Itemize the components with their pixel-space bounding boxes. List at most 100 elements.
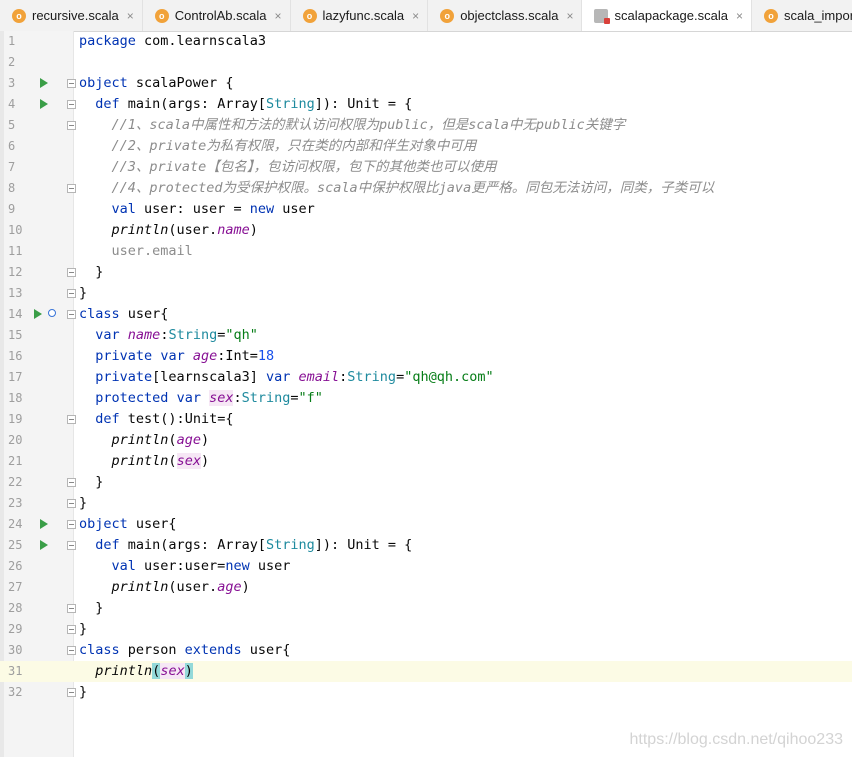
code-line[interactable]: 6 //2、private为私有权限，只在类的内部和伴生对象中可用 xyxy=(0,136,852,157)
code-text[interactable]: class user{ xyxy=(79,304,168,325)
code-line[interactable]: 28 } xyxy=(0,598,852,619)
comment-text[interactable]: //4、protected为受保护权限。scala中保护权限比java更严格。同… xyxy=(79,178,715,199)
code-text[interactable]: } xyxy=(79,283,87,304)
code-line[interactable]: 7 //3、private【包名】，包访问权限，包下的其他类也可以使用 xyxy=(0,157,852,178)
code-line[interactable]: 32 } xyxy=(0,682,852,703)
code-line[interactable]: 11 user.email xyxy=(0,241,852,262)
code-text[interactable]: val user: user = new user xyxy=(79,199,315,220)
code-text[interactable]: println(user.name) xyxy=(79,220,258,241)
scala-package-icon xyxy=(594,8,611,24)
code-line[interactable]: 19 def test():Unit={ xyxy=(0,409,852,430)
code-line[interactable]: 2 xyxy=(0,52,852,73)
code-line[interactable]: 26 val user:user=new user xyxy=(0,556,852,577)
code-line[interactable]: 20 println(age) xyxy=(0,430,852,451)
code-line[interactable]: 12 } xyxy=(0,262,852,283)
code-text[interactable]: object user{ xyxy=(79,514,177,535)
tab-recursive[interactable]: o recursive.scala × xyxy=(0,0,143,31)
implemented-icon[interactable] xyxy=(48,309,56,317)
close-icon[interactable]: × xyxy=(275,9,282,23)
comment-text[interactable]: //2、private为私有权限，只在类的内部和伴生对象中可用 xyxy=(79,136,477,157)
code-line[interactable]: 22 } xyxy=(0,472,852,493)
code-text[interactable]: } xyxy=(79,493,87,514)
code-text[interactable]: def main(args: Array[String]): Unit = { xyxy=(79,535,412,556)
code-line[interactable]: 13 } xyxy=(0,283,852,304)
comment-text[interactable]: //3、private【包名】，包访问权限，包下的其他类也可以使用 xyxy=(79,157,497,178)
fold-icon[interactable] xyxy=(67,289,76,298)
code-line[interactable]: 16 private var age:Int=18 xyxy=(0,346,852,367)
code-text[interactable]: } xyxy=(79,682,87,703)
code-text[interactable]: user.email xyxy=(79,241,193,262)
code-text[interactable]: println(sex) xyxy=(79,451,209,472)
code-line[interactable]: 3 object scalaPower { xyxy=(0,73,852,94)
line-number: 2 xyxy=(8,55,16,69)
close-icon[interactable]: × xyxy=(736,9,743,23)
code-text[interactable]: def main(args: Array[String]): Unit = { xyxy=(79,94,412,115)
fold-icon[interactable] xyxy=(67,625,76,634)
run-icon[interactable] xyxy=(40,78,48,88)
tab-scalapackage[interactable]: scalapackage.scala × xyxy=(582,0,752,31)
code-text[interactable]: println(user.age) xyxy=(79,577,250,598)
code-text[interactable]: def test():Unit={ xyxy=(79,409,233,430)
fold-icon[interactable] xyxy=(67,478,76,487)
code-text[interactable]: println(age) xyxy=(79,430,210,451)
code-text[interactable]: private var age:Int=18 xyxy=(79,346,274,367)
code-text[interactable]: } xyxy=(79,619,87,640)
code-line[interactable]: 29 } xyxy=(0,619,852,640)
code-text[interactable]: val user:user=new user xyxy=(79,556,291,577)
code-line[interactable]: 9 val user: user = new user xyxy=(0,199,852,220)
close-icon[interactable]: × xyxy=(412,9,419,23)
close-icon[interactable]: × xyxy=(127,9,134,23)
code-line[interactable]: 17 private[learnscala3] var email:String… xyxy=(0,367,852,388)
fold-icon[interactable] xyxy=(67,604,76,613)
code-line[interactable]: 23 } xyxy=(0,493,852,514)
tab-controlab[interactable]: o ControlAb.scala × xyxy=(143,0,291,31)
tab-lazyfunc[interactable]: o lazyfunc.scala × xyxy=(291,0,429,31)
tab-scala-import[interactable]: o scala_import.scala xyxy=(752,0,852,31)
code-line[interactable]: 8 //4、protected为受保护权限。scala中保护权限比java更严格… xyxy=(0,178,852,199)
fold-icon[interactable] xyxy=(67,520,76,529)
code-line[interactable]: 15 var name:String="qh" xyxy=(0,325,852,346)
fold-icon[interactable] xyxy=(67,688,76,697)
code-line[interactable]: 4 def main(args: Array[String]): Unit = … xyxy=(0,94,852,115)
code-text[interactable]: var name:String="qh" xyxy=(79,325,258,346)
code-text[interactable]: } xyxy=(79,472,103,493)
run-icon[interactable] xyxy=(40,540,48,550)
code-line[interactable]: 18 protected var sex:String="f" xyxy=(0,388,852,409)
code-text[interactable]: object scalaPower { xyxy=(79,73,233,94)
fold-icon[interactable] xyxy=(67,310,76,319)
code-text[interactable]: class person extends user{ xyxy=(79,640,290,661)
code-text[interactable]: } xyxy=(79,598,103,619)
tab-objectclass[interactable]: o objectclass.scala × xyxy=(428,0,583,31)
code-editor[interactable]: 1 package com.learnscala3 2 3 object sca… xyxy=(0,31,852,757)
run-icon[interactable] xyxy=(40,99,48,109)
code-line[interactable]: 21 println(sex) xyxy=(0,451,852,472)
fold-icon[interactable] xyxy=(67,100,76,109)
fold-icon[interactable] xyxy=(67,646,76,655)
fold-icon[interactable] xyxy=(67,79,76,88)
code-text[interactable]: private[learnscala3] var email:String="q… xyxy=(79,367,493,388)
code-line[interactable]: 1 package com.learnscala3 xyxy=(0,31,852,52)
code-line[interactable]: 5 //1、scala中属性和方法的默认访问权限为public，但是scala中… xyxy=(0,115,852,136)
fold-icon[interactable] xyxy=(67,499,76,508)
run-icon[interactable] xyxy=(40,519,48,529)
code-line[interactable]: 14 class user{ xyxy=(0,304,852,325)
fold-icon[interactable] xyxy=(67,541,76,550)
code-line[interactable]: 10 println(user.name) xyxy=(0,220,852,241)
comment-text[interactable]: //1、scala中属性和方法的默认访问权限为public，但是scala中无p… xyxy=(79,115,626,136)
current-code-line[interactable]: 31 println(sex) xyxy=(0,661,852,682)
code-text[interactable]: } xyxy=(79,262,103,283)
run-icon[interactable] xyxy=(34,309,42,319)
fold-icon[interactable] xyxy=(67,415,76,424)
code-line[interactable]: 24 object user{ xyxy=(0,514,852,535)
fold-icon[interactable] xyxy=(67,184,76,193)
code-line[interactable]: 27 println(user.age) xyxy=(0,577,852,598)
fold-icon[interactable] xyxy=(67,121,76,130)
code-text[interactable]: println(sex) xyxy=(79,661,193,682)
code-line[interactable]: 25 def main(args: Array[String]): Unit =… xyxy=(0,535,852,556)
fold-icon[interactable] xyxy=(67,268,76,277)
code-text[interactable]: package com.learnscala3 xyxy=(79,31,266,52)
scala-object-icon: o xyxy=(440,8,455,23)
close-icon[interactable]: × xyxy=(566,9,573,23)
code-line[interactable]: 30 class person extends user{ xyxy=(0,640,852,661)
code-text[interactable]: protected var sex:String="f" xyxy=(79,388,323,409)
